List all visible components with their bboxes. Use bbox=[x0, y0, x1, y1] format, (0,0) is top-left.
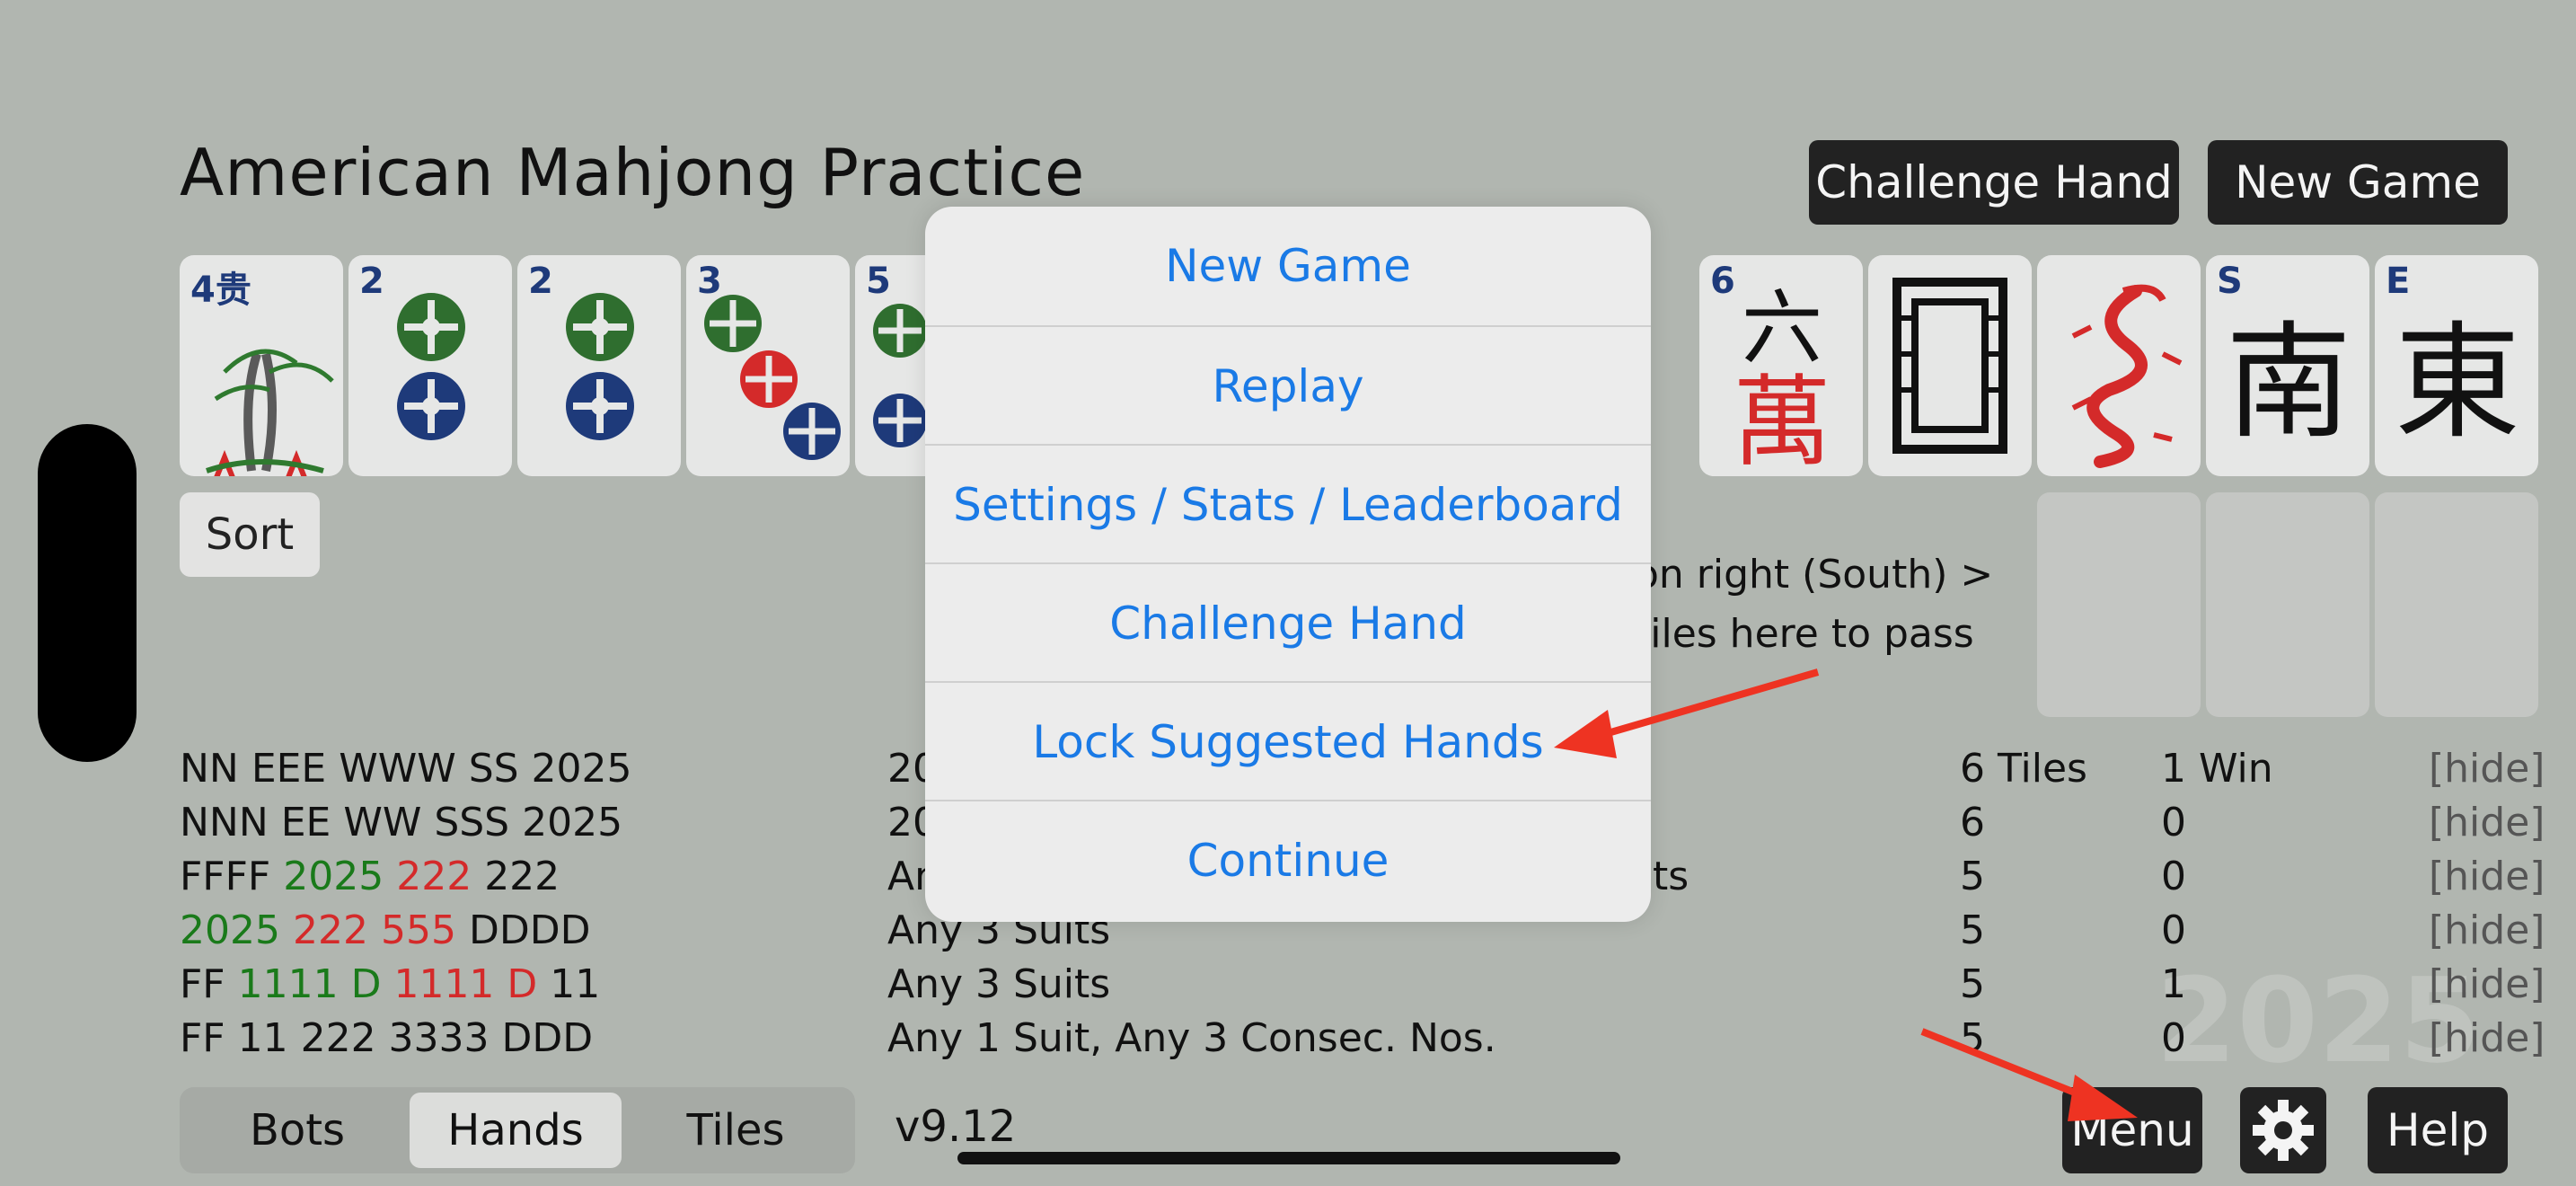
arrow-icon bbox=[1920, 1028, 2138, 1121]
arrow-icon bbox=[1554, 668, 1820, 758]
annotation-arrows bbox=[1554, 668, 2138, 1121]
